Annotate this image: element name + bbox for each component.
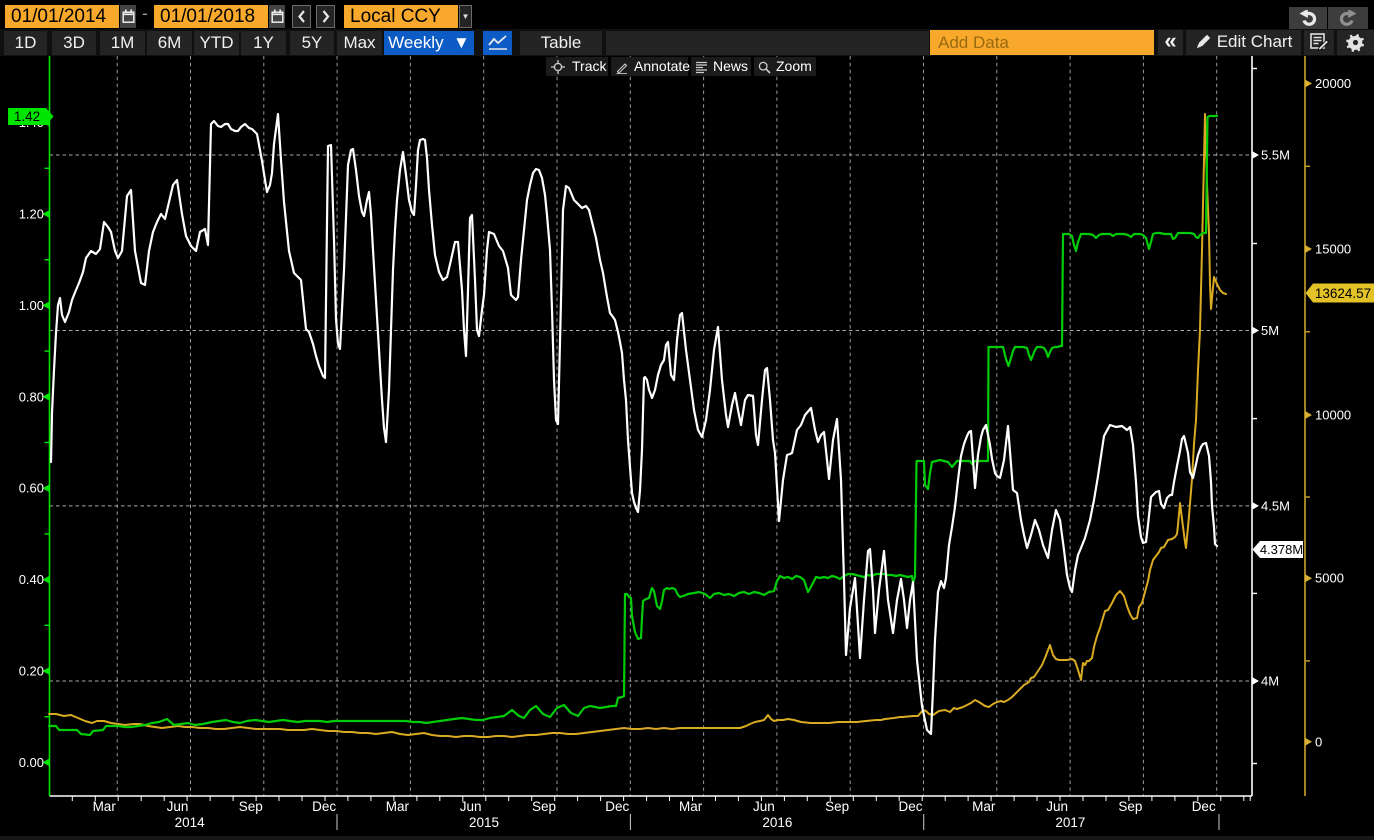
svg-text:Mar: Mar [93,799,117,814]
svg-text:5000: 5000 [1315,571,1344,586]
svg-text:Jun: Jun [167,799,189,814]
svg-text:Jun: Jun [460,799,482,814]
svg-text:Dec: Dec [1192,799,1216,814]
svg-text:2016: 2016 [762,815,792,830]
svg-text:Mar: Mar [679,799,703,814]
svg-text:13624.57: 13624.57 [1315,286,1371,301]
svg-text:5M: 5M [1261,323,1279,338]
svg-text:Jun: Jun [1046,799,1068,814]
svg-text:4M: 4M [1261,674,1279,689]
svg-text:0: 0 [1315,734,1322,749]
svg-text:2014: 2014 [175,815,206,830]
svg-text:Dec: Dec [312,799,336,814]
svg-text:0.40: 0.40 [19,572,44,587]
svg-text:0.80: 0.80 [19,389,44,404]
svg-text:15000: 15000 [1315,242,1351,257]
svg-text:1.20: 1.20 [19,207,44,222]
svg-text:2017: 2017 [1055,815,1085,830]
svg-text:Sep: Sep [1118,799,1142,814]
svg-text:20000: 20000 [1315,76,1351,91]
svg-text:0.60: 0.60 [19,481,44,496]
svg-text:0.20: 0.20 [19,664,44,679]
svg-text:Jun: Jun [753,799,775,814]
svg-text:Sep: Sep [239,799,263,814]
svg-text:10000: 10000 [1315,408,1351,423]
svg-text:Mar: Mar [972,799,996,814]
svg-text:Dec: Dec [898,799,922,814]
svg-text:Sep: Sep [825,799,849,814]
svg-text:4.378M: 4.378M [1260,542,1303,557]
svg-text:Dec: Dec [605,799,629,814]
svg-text:0.00: 0.00 [19,755,44,770]
svg-text:Sep: Sep [532,799,556,814]
svg-text:Mar: Mar [386,799,410,814]
svg-text:1.42: 1.42 [14,109,40,124]
svg-text:4.5M: 4.5M [1261,498,1290,513]
svg-text:1.00: 1.00 [19,298,44,313]
svg-text:5.5M: 5.5M [1261,148,1290,163]
svg-text:2015: 2015 [469,815,499,830]
